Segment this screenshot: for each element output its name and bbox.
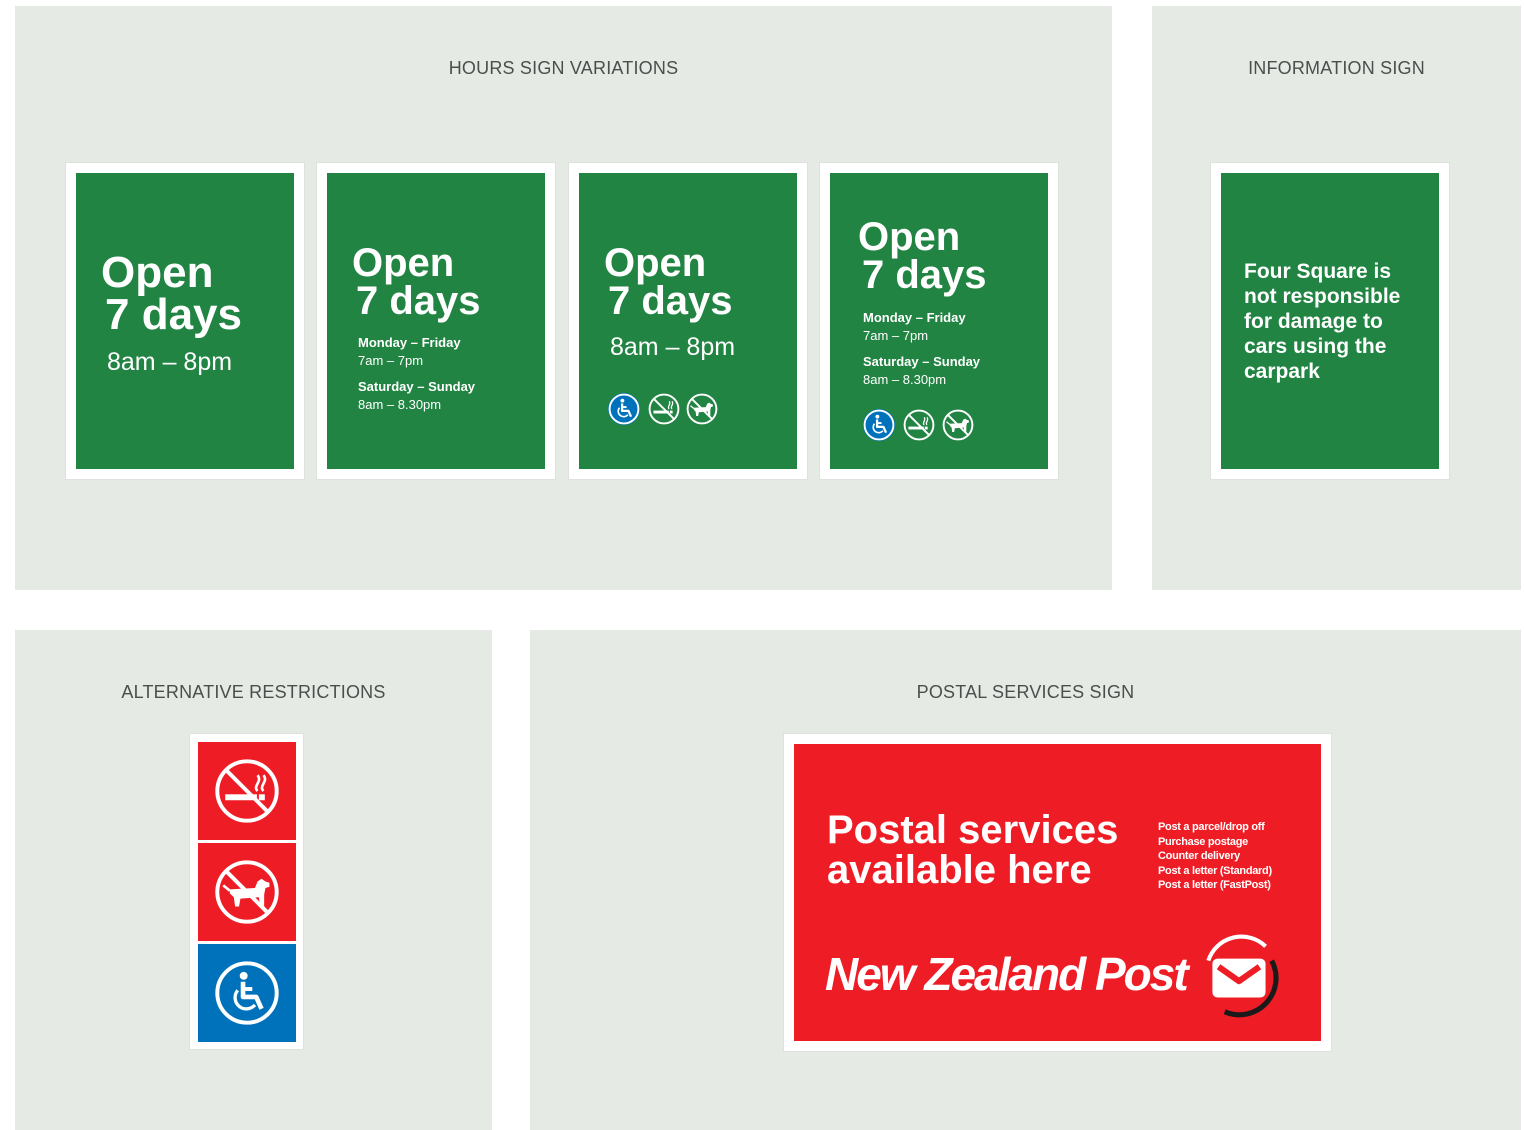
weekday-label: Monday – Friday: [358, 335, 461, 350]
list-item: Counter delivery: [1158, 850, 1241, 862]
open-heading: Open: [101, 248, 214, 297]
days-heading: 7 days: [356, 279, 481, 323]
no-dogs-icon: [686, 393, 718, 425]
open-heading: Open: [858, 215, 961, 259]
postal-headline-line2: available here: [827, 848, 1092, 892]
wheelchair-access-icon: [214, 960, 280, 1026]
postal-services-list: Post a parcel/drop off Purchase postage …: [1158, 820, 1272, 893]
list-item: Purchase postage: [1158, 835, 1248, 848]
weekday-hours: 7am – 7pm: [358, 353, 424, 368]
weekend-label: Saturday – Sunday: [863, 354, 981, 369]
no-smoking-icon: [903, 409, 935, 441]
no-smoking-tile: [198, 742, 296, 840]
list-item: Post a parcel/drop off: [1158, 821, 1265, 833]
postal-sign-frame: Postal services available here Post a pa…: [784, 734, 1331, 1051]
no-dogs-icon: [942, 409, 974, 441]
no-dogs-icon: [214, 859, 280, 925]
open-heading: Open: [604, 241, 707, 285]
hours-sign: Open 7 days 8am – 8pm: [579, 173, 797, 469]
information-text: Four Square is not responsible for damag…: [1244, 260, 1401, 383]
no-dogs-tile: [198, 843, 296, 941]
days-heading: 7 days: [105, 290, 242, 339]
panel-title: POSTAL SERVICES SIGN: [916, 682, 1135, 702]
weekend-label: Saturday – Sunday: [358, 379, 476, 394]
hours-sign-frame: Open 7 days 8am – 8pm: [569, 163, 807, 479]
hours-sign: Open 7 days Monday – Friday 7am – 7pm Sa…: [830, 173, 1048, 469]
hours-sign-frame: Open 7 days Monday – Friday 7am – 7pm Sa…: [820, 163, 1058, 479]
postal-headline-line1: Postal services: [827, 808, 1119, 852]
information-sign: Four Square is not responsible for damag…: [1221, 173, 1439, 469]
weekday-hours: 7am – 7pm: [863, 328, 929, 343]
envelope-logo-icon: [1206, 934, 1279, 1018]
hours-sign-frame: Open 7 days Monday – Friday 7am – 7pm Sa…: [317, 163, 555, 479]
alternative-restrictions-panel: ALTERNATIVE RESTRICTIONS: [15, 630, 492, 1130]
hours-sign: Open 7 days 8am – 8pm: [76, 173, 294, 469]
new-zealand-post-wordmark: New Zealand Post: [825, 948, 1189, 1000]
list-item: Post a letter (FastPost): [1158, 879, 1271, 891]
weekday-label: Monday – Friday: [863, 310, 966, 325]
opening-hours: 8am – 8pm: [107, 348, 233, 376]
restrictions-sign-frame: [190, 734, 303, 1049]
no-smoking-icon: [648, 393, 680, 425]
wheelchair-access-icon: [863, 409, 895, 441]
wheelchair-access-tile: [198, 944, 296, 1042]
panel-title: HOURS SIGN VARIATIONS: [448, 58, 679, 78]
hours-sign-frame: Open 7 days 8am – 8pm: [66, 163, 304, 479]
panel-title: ALTERNATIVE RESTRICTIONS: [121, 682, 386, 702]
days-heading: 7 days: [608, 279, 733, 323]
postal-sign: Postal services available here Post a pa…: [794, 744, 1321, 1041]
hours-sign-variations-panel: HOURS SIGN VARIATIONS Open 7 days 8am – …: [15, 6, 1112, 590]
weekend-hours: 8am – 8.30pm: [863, 372, 947, 387]
postal-services-sign-panel: POSTAL SERVICES SIGN Postal services ava…: [530, 630, 1521, 1130]
hours-sign: Open 7 days Monday – Friday 7am – 7pm Sa…: [327, 173, 545, 469]
information-sign-frame: Four Square is not responsible for damag…: [1211, 163, 1449, 479]
weekend-hours: 8am – 8.30pm: [358, 397, 442, 412]
opening-hours: 8am – 8pm: [610, 333, 736, 361]
wheelchair-access-icon: [608, 393, 640, 425]
list-item: Post a letter (Standard): [1158, 864, 1272, 877]
panel-title: INFORMATION SIGN: [1248, 58, 1425, 78]
no-smoking-icon: [214, 758, 280, 824]
days-heading: 7 days: [862, 253, 987, 297]
open-heading: Open: [352, 241, 455, 285]
information-sign-panel: INFORMATION SIGN Four Square is not resp…: [1152, 6, 1521, 590]
